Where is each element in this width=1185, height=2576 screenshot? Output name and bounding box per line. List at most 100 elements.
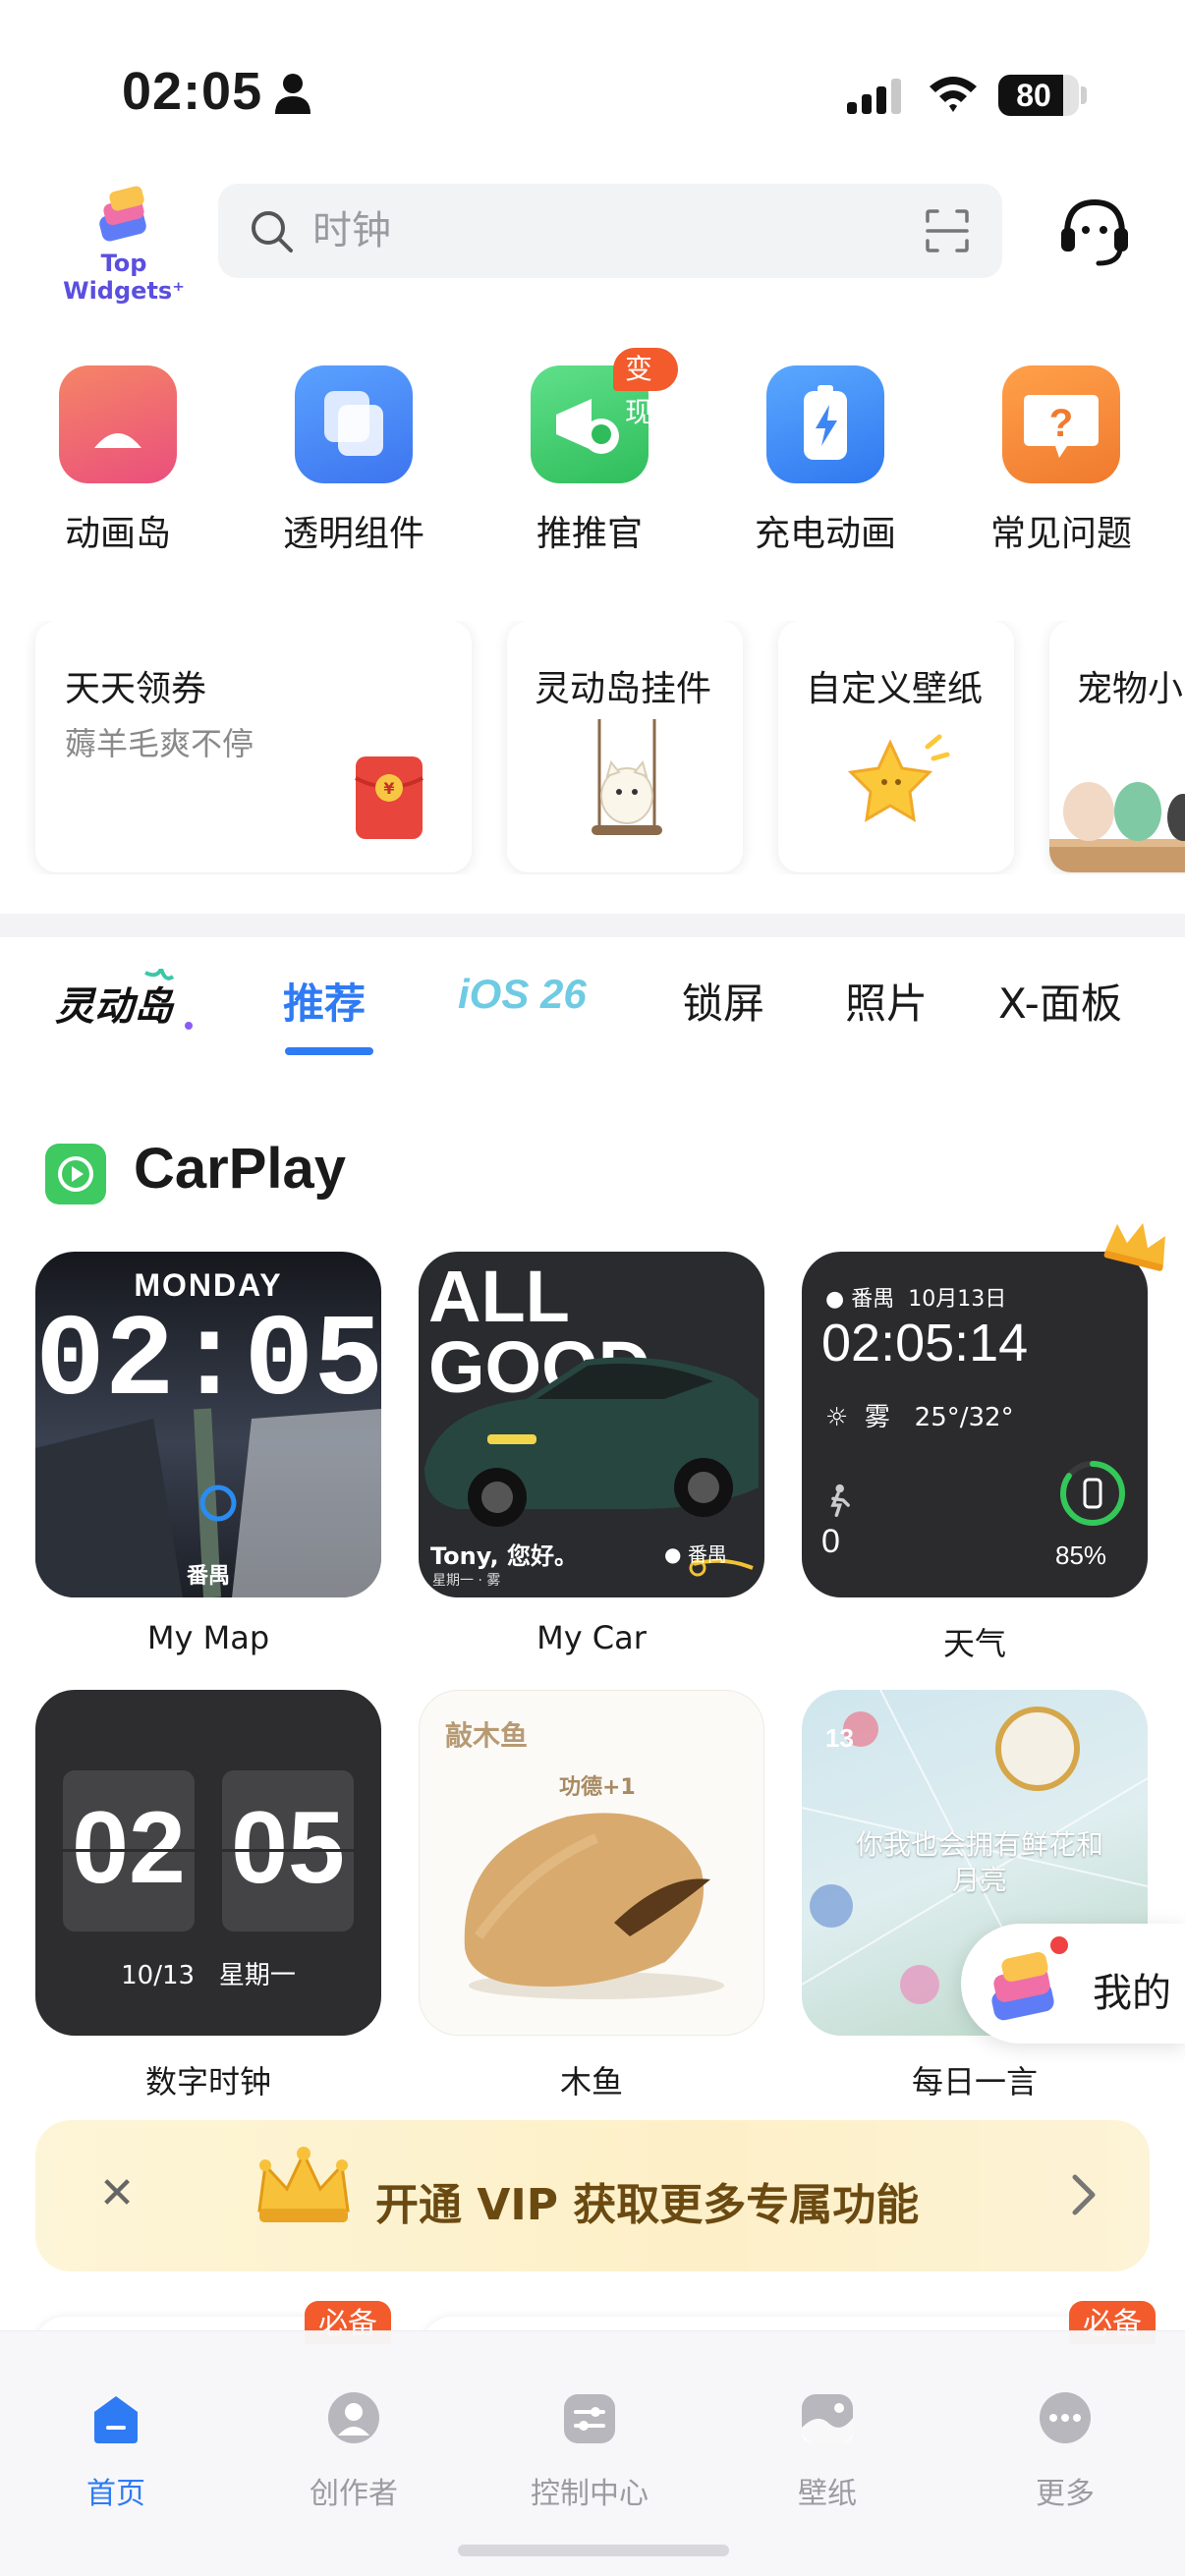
- star-icon: [847, 734, 950, 822]
- pets-illustration: [1049, 782, 1185, 872]
- card-subtitle: 薅羊毛爽不停: [65, 725, 254, 762]
- section-title: CarPlay: [134, 1137, 347, 1201]
- tab-ios26[interactable]: iOS 26: [458, 971, 587, 1018]
- question-icon: ?: [1002, 365, 1120, 483]
- vip-banner-text: 开通 VIP 获取更多专属功能: [375, 2180, 920, 2230]
- category-tabs: 灵动岛 推荐 iOS 26 锁屏 照片 X-面板: [0, 949, 1185, 1057]
- car-place-text: 番禺: [687, 1542, 727, 1566]
- coupon-card[interactable]: 天天领券 薅羊毛爽不停 ¥: [35, 621, 472, 872]
- quick-action-charging-animation[interactable]: 充电动画: [737, 365, 914, 562]
- active-tab-indicator: [285, 1047, 373, 1055]
- vip-crown-icon: [257, 2147, 350, 2222]
- transparent-widget-icon: [295, 365, 413, 483]
- quick-actions: 动画岛 透明组件 变现 推推官 充电动画 ? 常见问题: [0, 348, 1185, 562]
- svg-text:¥: ¥: [383, 779, 394, 798]
- quick-action-label: 推推官: [536, 514, 643, 554]
- card-title: 自定义壁纸: [806, 669, 984, 709]
- weather-battery-percent: 85%: [1055, 1540, 1107, 1570]
- quick-action-promoter[interactable]: 变现 推推官: [501, 348, 678, 562]
- widget-muyu[interactable]: 敲木鱼 功德+1: [419, 1690, 764, 2036]
- tabbar-wallpaper[interactable]: 壁纸: [739, 2361, 916, 2511]
- chevron-right-icon[interactable]: [1065, 2167, 1104, 2222]
- map-minute: 05: [244, 1298, 381, 1428]
- red-envelope-icon: ¥: [355, 756, 423, 839]
- card-title: 天天领券: [65, 669, 207, 709]
- search-input[interactable]: 时钟: [312, 207, 391, 254]
- widget-label: 每日一言: [911, 2063, 1038, 2100]
- tab-recommended[interactable]: 推荐: [283, 971, 366, 1031]
- widget-my-map[interactable]: MONDAY 02:05 番禺: [35, 1252, 381, 1597]
- control-center-icon: [564, 2394, 615, 2443]
- battery-percent: 80: [1016, 78, 1051, 113]
- tab-lock-screen[interactable]: 锁屏: [682, 971, 764, 1031]
- logo-text: Top Widgets⁺: [63, 250, 185, 305]
- wifi-icon: [930, 77, 977, 112]
- car-greeting: Tony, 您好。: [430, 1542, 579, 1570]
- island-pendant-card[interactable]: 灵动岛挂件: [507, 621, 743, 872]
- my-floating-button[interactable]: 我的: [961, 1924, 1185, 2044]
- wooden-fish-icon: [464, 1813, 724, 1999]
- quote-text: 你我也会拥有鲜花和月亮: [855, 1828, 1103, 1896]
- tab-photos[interactable]: 照片: [845, 971, 928, 1031]
- car-place: ● 番禺: [664, 1542, 727, 1566]
- carplay-icon: [45, 1144, 106, 1204]
- customer-service-icon[interactable]: [1055, 193, 1134, 271]
- status-time: 02:05: [122, 62, 263, 121]
- section-separator: [0, 914, 1185, 937]
- weather-condition-row: ☼ 雾 25°/32°: [825, 1403, 1014, 1432]
- quick-action-dynamic-island[interactable]: 动画岛: [29, 365, 206, 562]
- charging-icon: [766, 365, 884, 483]
- tabbar-label: 控制中心: [531, 2477, 649, 2511]
- quick-action-label: 透明组件: [282, 514, 424, 554]
- home-icon: [94, 2396, 138, 2443]
- widget-my-car[interactable]: ALL GOOD Tony, 您好。 ● 番禺 星期一 · 雾: [419, 1252, 764, 1597]
- battery-ring-icon: [1060, 1461, 1125, 1526]
- more-icon: [1040, 2392, 1091, 2443]
- tabbar-label: 更多: [1036, 2477, 1095, 2511]
- creator-icon: [328, 2392, 379, 2443]
- card-title: 灵动岛挂件: [535, 669, 712, 709]
- clock-date-row: 10/13 星期一: [35, 1955, 381, 1991]
- search-bar[interactable]: 时钟: [218, 184, 1002, 278]
- tabbar-more[interactable]: 更多: [977, 2361, 1154, 2511]
- widget-label: My Car: [536, 1619, 647, 1656]
- tab-x-panel[interactable]: X-面板: [998, 971, 1122, 1031]
- widget-weather[interactable]: ● 番禺 10月13日 02:05:14 ☼ 雾 25°/32° 0 85%: [802, 1252, 1148, 1597]
- flip-divider: [55, 1849, 362, 1852]
- weather-location: ● 番禺 10月13日: [825, 1287, 1007, 1312]
- cellular-signal-icon: [847, 79, 901, 114]
- pet-card[interactable]: 宠物小: [1049, 621, 1185, 872]
- vip-banner[interactable]: ✕ 开通 VIP 获取更多专属功能: [35, 2120, 1150, 2271]
- clock-date: 10/13: [121, 1961, 196, 1990]
- tabbar-control-center[interactable]: 控制中心: [501, 2361, 678, 2511]
- quick-action-label: 常见问题: [989, 514, 1132, 554]
- widget-digital-clock[interactable]: 02 05 10/13 星期一: [35, 1690, 381, 2036]
- card-title: 宠物小: [1077, 669, 1184, 709]
- map-hour: 02: [35, 1298, 175, 1428]
- map-place: 番禺: [186, 1564, 230, 1589]
- clock-minute: 05: [231, 1791, 345, 1905]
- quick-action-transparent-widget[interactable]: 透明组件: [265, 365, 442, 562]
- dynamic-island-logo-icon[interactable]: 灵动岛: [51, 969, 198, 1037]
- weather-condition: 雾: [864, 1403, 890, 1432]
- tabbar-home[interactable]: 首页: [28, 2361, 204, 2511]
- walking-icon: [830, 1484, 850, 1517]
- quote-date: 13: [825, 1723, 854, 1753]
- scan-icon[interactable]: [924, 207, 971, 254]
- feature-cards: 天天领券 薅羊毛爽不停 ¥ 灵动岛挂件 自定义壁纸 宠物小: [0, 621, 1185, 874]
- quick-action-label: 动画岛: [64, 514, 171, 554]
- weather-steps: 0: [821, 1523, 840, 1560]
- app-logo[interactable]: Top Widgets⁺: [43, 185, 204, 305]
- car-sub: 星期一 · 雾: [432, 1573, 501, 1589]
- person-icon: [275, 74, 310, 114]
- custom-wallpaper-card[interactable]: 自定义壁纸: [778, 621, 1014, 872]
- quick-action-faq[interactable]: ? 常见问题: [973, 365, 1150, 562]
- widget-label: 天气: [942, 1625, 1006, 1662]
- close-icon[interactable]: ✕: [85, 2161, 149, 2226]
- tabbar-creator[interactable]: 创作者: [265, 2361, 442, 2511]
- svg-text:灵动岛: 灵动岛: [55, 984, 175, 1030]
- status-bar: 02:05 80: [0, 0, 1185, 187]
- weather-place: 番禺: [851, 1287, 895, 1312]
- notification-dot: [1047, 1933, 1071, 1957]
- clock-weekday: 星期一: [218, 1961, 296, 1990]
